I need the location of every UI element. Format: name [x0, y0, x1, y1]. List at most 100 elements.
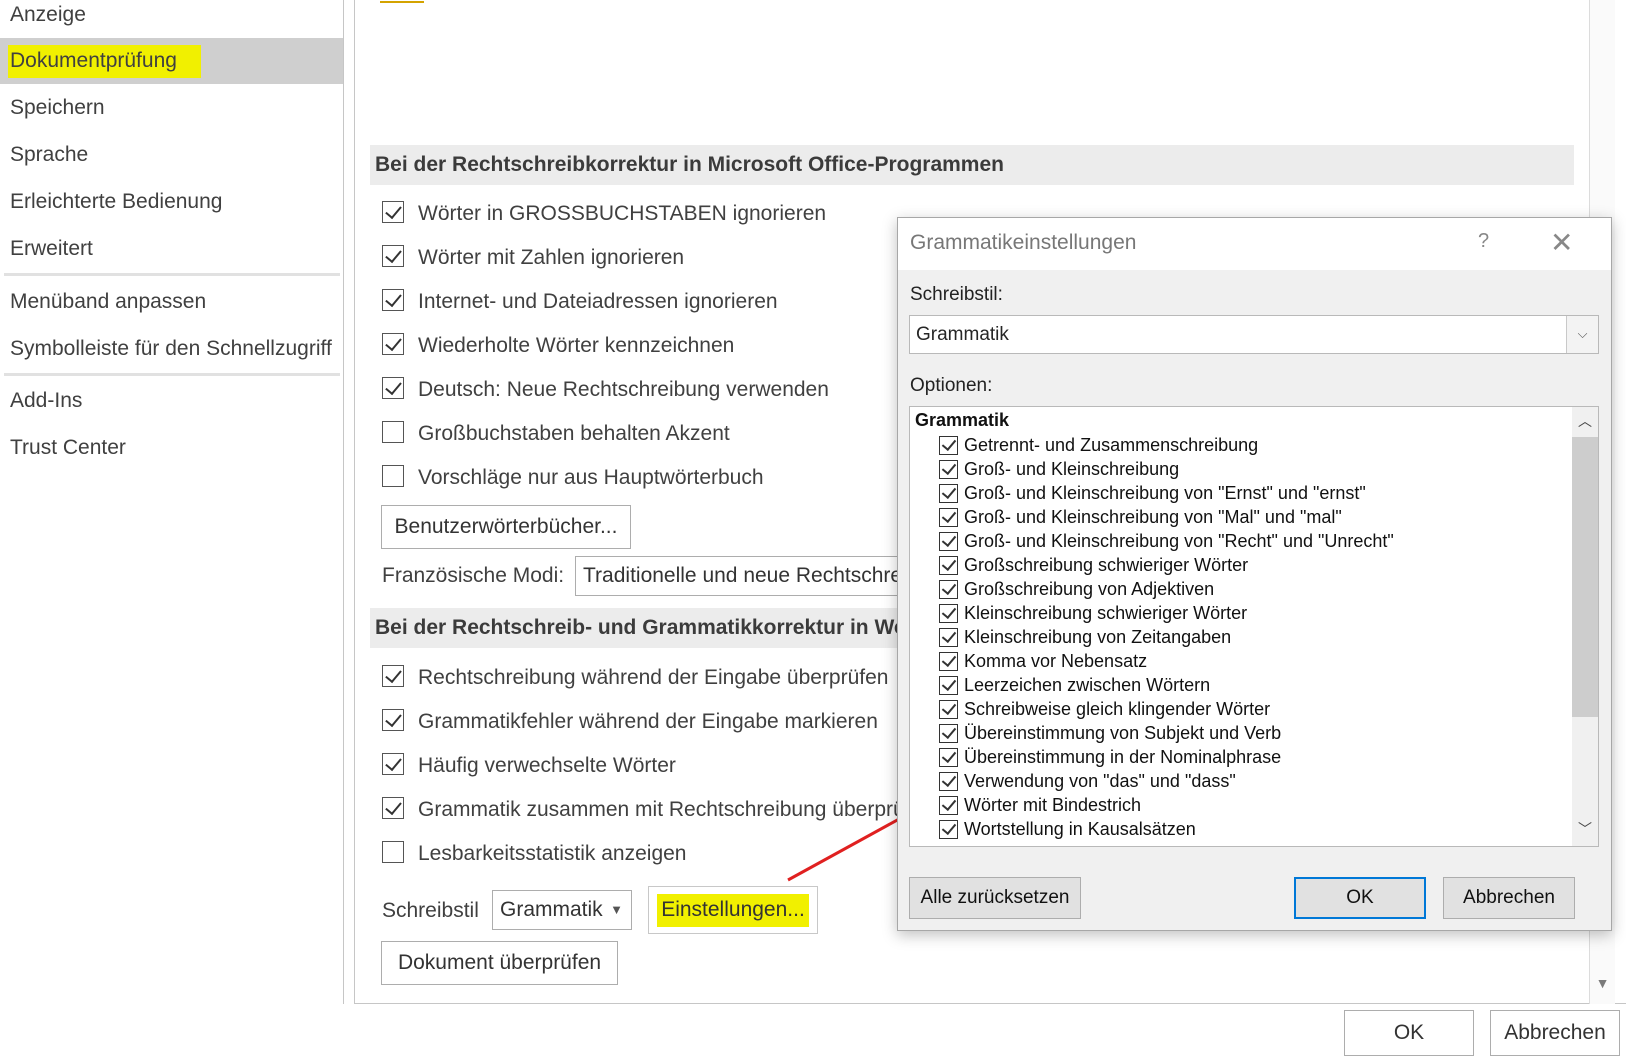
option-confused-words[interactable]: Häufig verwechselte Wörter — [382, 750, 676, 782]
list-item[interactable]: Groß- und Kleinschreibung von "Ernst" un… — [939, 481, 1366, 506]
checkbox[interactable] — [939, 555, 958, 575]
nav-item-schnellzugriff[interactable]: Symbolleiste für den Schnellzugriff — [0, 326, 343, 372]
list-item-label: Großschreibung schwieriger Wörter — [964, 555, 1249, 575]
nav-item-add-ins[interactable]: Add-Ins — [0, 378, 343, 424]
list-item-label: Kleinschreibung von Zeitangaben — [964, 627, 1232, 647]
nav-item-menueband-anpassen[interactable]: Menüband anpassen — [0, 279, 343, 325]
list-item[interactable]: Kleinschreibung schwieriger Wörter — [939, 601, 1247, 626]
chevron-down-icon[interactable]: ⌵ — [1566, 316, 1598, 353]
checkbox[interactable] — [382, 201, 404, 224]
list-item-label: Groß- und Kleinschreibung — [964, 459, 1180, 479]
dropdown-arrow-icon: ▼ — [610, 902, 623, 917]
scroll-down-icon[interactable]: ▼ — [1590, 975, 1615, 991]
option-grammar-with-spelling[interactable]: Grammatik zusammen mit Rechtschreibung ü… — [382, 794, 905, 826]
list-item[interactable]: Großschreibung schwieriger Wörter — [939, 553, 1248, 578]
writing-style-select[interactable]: Grammatik ▼ — [492, 890, 632, 930]
checkbox[interactable] — [382, 841, 404, 864]
nav-item-erleichterte-bedienung[interactable]: Erleichterte Bedienung — [0, 179, 343, 225]
option-label: Wörter in GROSSBUCHSTABEN ignorieren — [418, 202, 827, 225]
list-item[interactable]: Schreibweise gleich klingender Wörter — [939, 697, 1270, 722]
option-ignore-internet-addresses[interactable]: Internet- und Dateiadressen ignorieren — [382, 286, 778, 318]
option-label: Grammatikfehler während der Eingabe mark… — [418, 710, 878, 733]
close-icon[interactable]: ✕ — [1550, 226, 1573, 259]
list-item[interactable]: Großschreibung von Adjektiven — [939, 577, 1214, 602]
scrollbar-thumb[interactable] — [1572, 437, 1598, 717]
grammar-options-list[interactable]: Grammatik Getrennt- und Zusammenschreibu… — [909, 406, 1599, 847]
option-new-spelling[interactable]: Deutsch: Neue Rechtschreibung verwenden — [382, 374, 829, 406]
list-item[interactable]: Groß- und Kleinschreibung von "Recht" un… — [939, 529, 1394, 554]
checkbox[interactable] — [939, 723, 958, 743]
option-mark-grammar-errors[interactable]: Grammatikfehler während der Eingabe mark… — [382, 706, 878, 738]
checkbox[interactable] — [939, 627, 958, 647]
option-readability-stats[interactable]: Lesbarkeitsstatistik anzeigen — [382, 838, 686, 870]
nav-item-speichern[interactable]: Speichern — [0, 85, 343, 131]
chevron-down-icon[interactable]: ﹀ — [1572, 819, 1598, 839]
checkbox[interactable] — [382, 289, 404, 312]
checkbox[interactable] — [382, 753, 404, 776]
checkbox[interactable] — [382, 245, 404, 268]
list-item-label: Groß- und Kleinschreibung von "Ernst" un… — [964, 483, 1366, 503]
list-item[interactable]: Übereinstimmung in der Nominalphrase — [939, 745, 1281, 770]
option-ignore-numbers[interactable]: Wörter mit Zahlen ignorieren — [382, 242, 684, 274]
checkbox[interactable] — [939, 531, 958, 551]
checkbox[interactable] — [939, 435, 958, 455]
writing-style-value: Grammatik — [500, 898, 603, 921]
reset-all-button[interactable]: Alle zurücksetzen — [909, 877, 1081, 919]
section-header-office: Bei der Rechtschreibkorrektur in Microso… — [370, 145, 1574, 185]
checkbox[interactable] — [939, 771, 958, 791]
list-item[interactable]: Kleinschreibung von Zeitangaben — [939, 625, 1231, 650]
cancel-button[interactable]: Abbrechen — [1490, 1010, 1620, 1056]
option-check-spelling-as-type[interactable]: Rechtschreibung während der Eingabe über… — [382, 662, 888, 694]
list-item[interactable]: Übereinstimmung von Subjekt und Verb — [939, 721, 1281, 746]
nav-item-erweitert[interactable]: Erweitert — [0, 226, 343, 272]
checkbox[interactable] — [939, 699, 958, 719]
list-item[interactable]: Groß- und Kleinschreibung — [939, 457, 1179, 482]
checkbox[interactable] — [939, 483, 958, 503]
list-item[interactable]: Groß- und Kleinschreibung von "Mal" und … — [939, 505, 1342, 530]
option-main-dictionary-only[interactable]: Vorschläge nur aus Hauptwörterbuch — [382, 462, 764, 494]
list-item[interactable]: Komma vor Nebensatz — [939, 649, 1147, 674]
list-item[interactable]: Wortstellung in Kausalsätzen — [939, 817, 1196, 842]
dialog-cancel-button[interactable]: Abbrechen — [1443, 877, 1575, 919]
nav-item-anzeige[interactable]: Anzeige — [0, 0, 343, 38]
french-modes-select[interactable]: Traditionelle und neue Rechtschre — [575, 556, 905, 596]
nav-item-trust-center[interactable]: Trust Center — [0, 425, 343, 471]
option-uppercase-accent[interactable]: Großbuchstaben behalten Akzent — [382, 418, 730, 450]
option-ignore-uppercase[interactable]: Wörter in GROSSBUCHSTABEN ignorieren — [382, 198, 826, 230]
options-scrollbar[interactable]: ︿ ﹀ — [1572, 407, 1598, 846]
option-flag-repeated-words[interactable]: Wiederholte Wörter kennzeichnen — [382, 330, 734, 362]
checkbox[interactable] — [939, 579, 958, 599]
nav-item-dokumentpruefung[interactable]: Dokumentprüfung — [0, 38, 343, 84]
list-item-label: Schreibweise gleich klingender Wörter — [964, 699, 1271, 719]
list-item[interactable]: Getrennt- und Zusammenschreibung — [939, 433, 1258, 458]
check-document-button[interactable]: Dokument überprüfen — [381, 941, 618, 985]
checkbox[interactable] — [939, 603, 958, 623]
ok-button[interactable]: OK — [1344, 1010, 1474, 1056]
checkbox[interactable] — [939, 459, 958, 479]
chevron-up-icon[interactable]: ︿ — [1572, 411, 1598, 431]
grammar-settings-button[interactable]: Einstellungen... — [648, 886, 818, 934]
dialog-style-select[interactable]: Grammatik ⌵ — [909, 315, 1599, 354]
list-item[interactable]: Leerzeichen zwischen Wörtern — [939, 673, 1210, 698]
checkbox[interactable] — [939, 675, 958, 695]
checkbox[interactable] — [939, 795, 958, 815]
nav-item-sprache[interactable]: Sprache — [0, 132, 343, 178]
list-item[interactable]: Wörter mit Bindestrich — [939, 793, 1141, 818]
checkbox[interactable] — [382, 421, 404, 444]
dialog-ok-button[interactable]: OK — [1294, 877, 1426, 919]
help-icon[interactable]: ? — [1478, 230, 1489, 253]
checkbox[interactable] — [939, 651, 958, 671]
list-item-label: Komma vor Nebensatz — [964, 651, 1148, 671]
checkbox[interactable] — [382, 665, 404, 688]
checkbox[interactable] — [382, 797, 404, 820]
custom-dictionaries-button[interactable]: Benutzerwörterbücher... — [381, 505, 631, 549]
checkbox[interactable] — [939, 507, 958, 527]
dialog-titlebar[interactable]: Grammatikeinstellungen ? ✕ — [898, 218, 1611, 270]
checkbox[interactable] — [939, 819, 958, 839]
checkbox[interactable] — [382, 465, 404, 488]
checkbox[interactable] — [382, 333, 404, 356]
checkbox[interactable] — [382, 377, 404, 400]
checkbox[interactable] — [939, 747, 958, 767]
checkbox[interactable] — [382, 709, 404, 732]
list-item[interactable]: Verwendung von "das" und "dass" — [939, 769, 1236, 794]
